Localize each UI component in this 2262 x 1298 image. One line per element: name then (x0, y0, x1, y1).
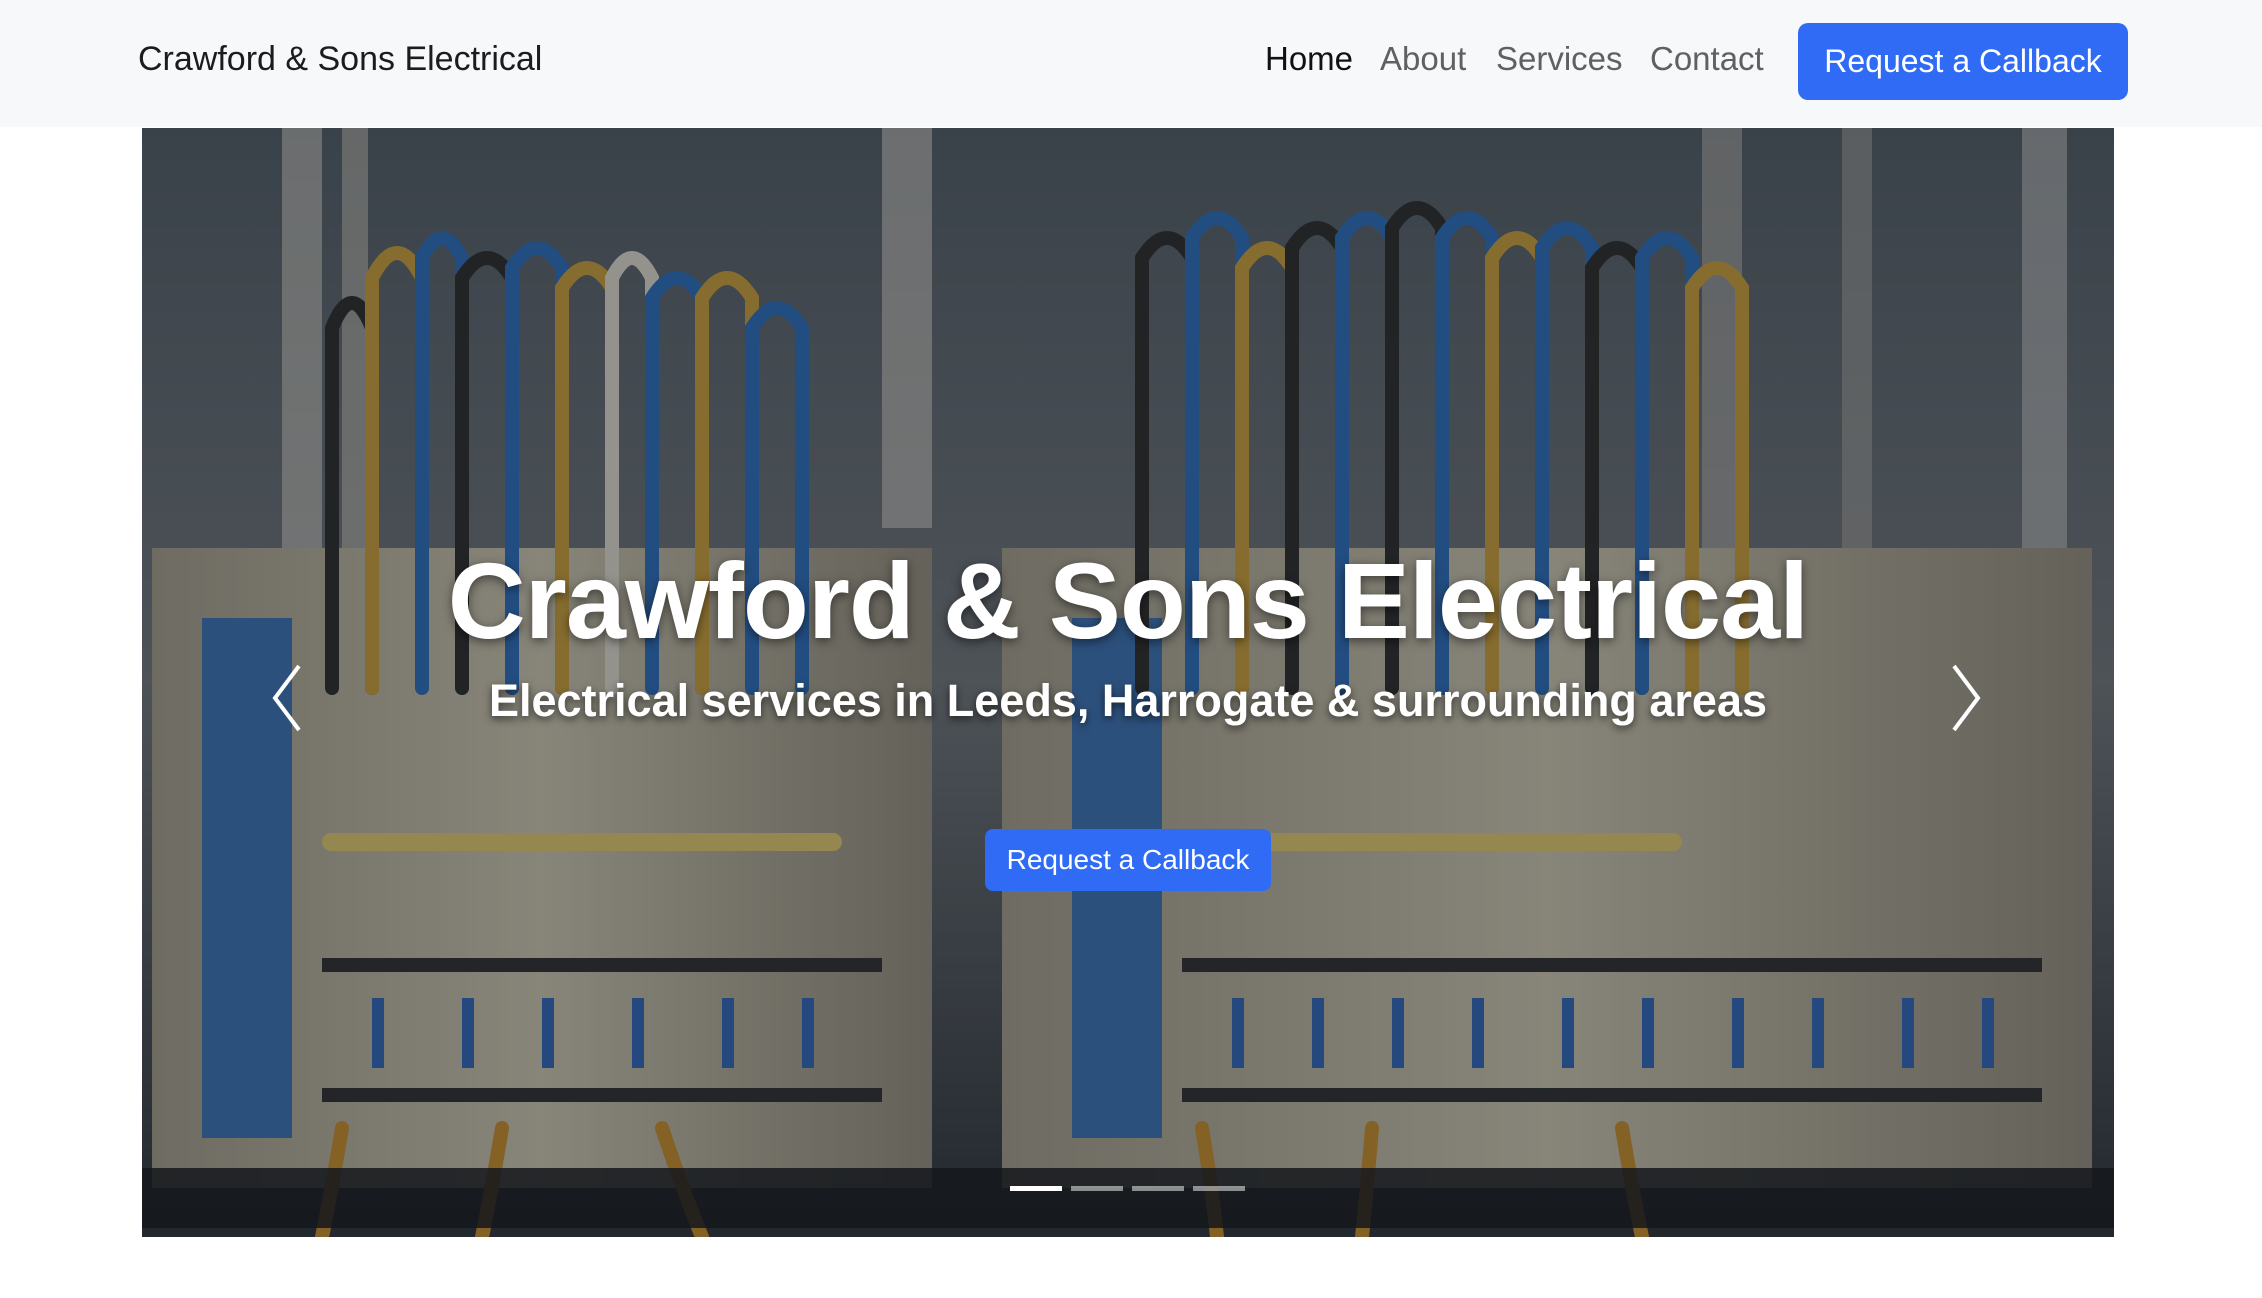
hero-carousel: Crawford & Sons Electrical Electrical se… (142, 128, 2114, 1237)
nav-link-about[interactable]: About (1380, 40, 1466, 78)
carousel-indicator-1[interactable] (1010, 1186, 1062, 1191)
carousel-indicator-2[interactable] (1071, 1186, 1123, 1191)
carousel-indicators (1010, 1186, 1245, 1191)
request-callback-button[interactable]: Request a Callback (1798, 23, 2128, 100)
navbar: Crawford & Sons Electrical Home About Se… (0, 0, 2262, 127)
carousel-indicator-4[interactable] (1193, 1186, 1245, 1191)
carousel-prev-button[interactable] (257, 648, 317, 748)
chevron-left-icon (272, 664, 301, 732)
nav-link-services[interactable]: Services (1496, 40, 1623, 78)
hero-subtitle: Electrical services in Leeds, Harrogate … (488, 675, 1768, 726)
nav-link-contact[interactable]: Contact (1650, 40, 1764, 78)
brand-logo[interactable]: Crawford & Sons Electrical (138, 40, 542, 79)
chevron-right-icon (1952, 664, 1981, 732)
hero-request-callback-button[interactable]: Request a Callback (985, 829, 1271, 891)
carousel-indicator-3[interactable] (1132, 1186, 1184, 1191)
hero-title: Crawford & Sons Electrical (447, 540, 1809, 661)
nav-link-home[interactable]: Home (1265, 40, 1353, 78)
carousel-next-button[interactable] (1936, 648, 1996, 748)
